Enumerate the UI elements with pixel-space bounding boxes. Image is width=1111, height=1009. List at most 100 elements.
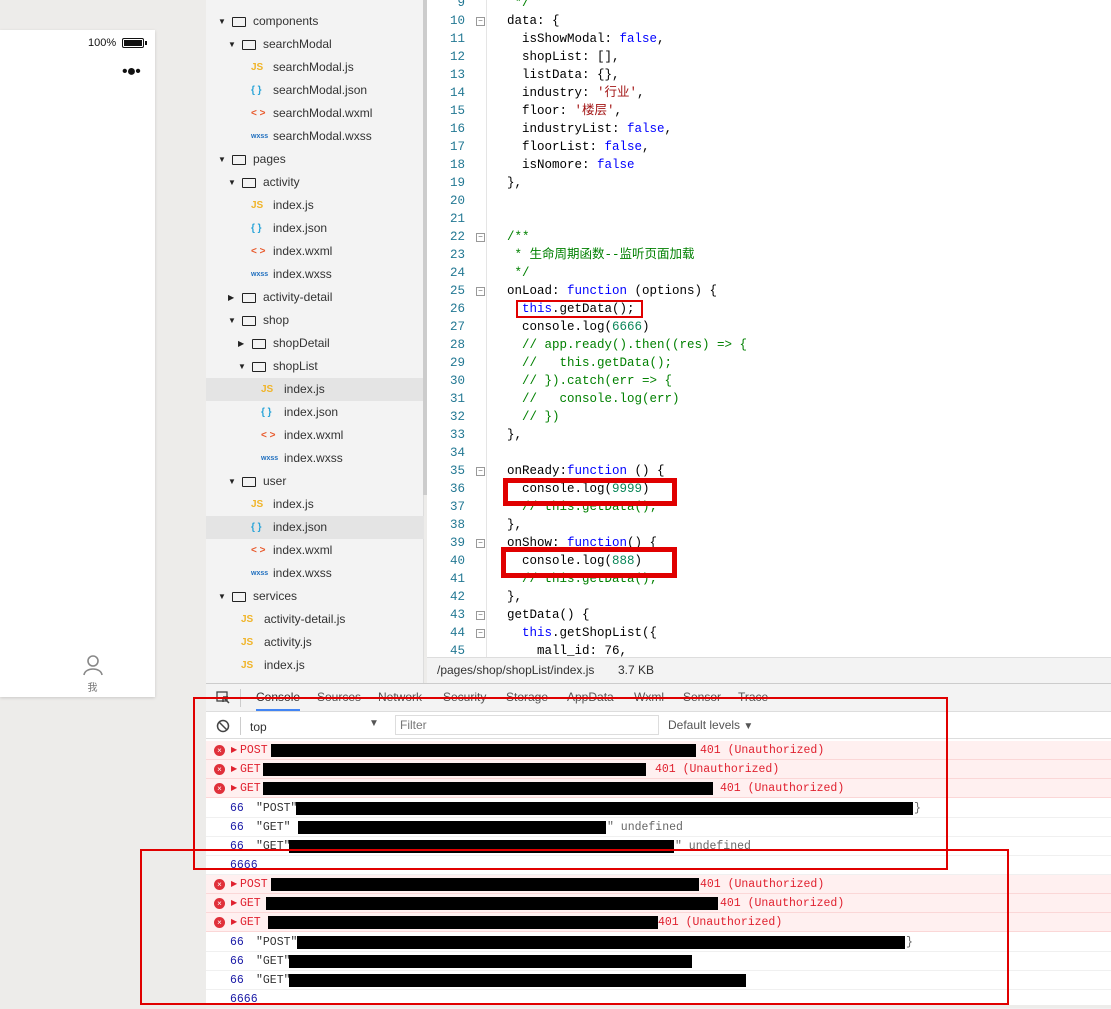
tree-file[interactable]: JS index.js <box>206 194 424 217</box>
code-token: false <box>597 158 635 172</box>
tree-folder[interactable]: ▼ activity <box>206 171 424 194</box>
line-number: 13 <box>449 68 465 82</box>
line-number: 35 <box>449 464 465 478</box>
code-text: shopList: [], <box>507 48 620 66</box>
folder-icon <box>232 155 246 165</box>
code-token: */ <box>507 266 530 280</box>
tree-file[interactable]: JS index.js <box>206 493 424 516</box>
tree-folder[interactable]: ▼ shop <box>206 309 424 332</box>
js-file-icon: JS <box>241 614 254 625</box>
caret-down-icon[interactable]: ▼ <box>228 470 236 493</box>
code-token: , <box>642 140 650 154</box>
code-token: function <box>567 284 628 298</box>
tree-file[interactable]: { } searchModal.json <box>206 79 424 102</box>
code-text: floorList: false, <box>507 138 650 156</box>
tree-folder[interactable]: ▶ shopDetail <box>206 332 424 355</box>
tree-item-label: searchModal <box>263 37 332 51</box>
code-token: /** <box>507 230 530 244</box>
tree-item-label: activity-detail.js <box>264 612 346 626</box>
tree-folder[interactable]: ▼ services <box>206 585 424 608</box>
annotation-box-onshow <box>501 547 677 578</box>
file-path: /pages/shop/shopList/index.js <box>437 663 595 677</box>
tree-file[interactable]: wxss searchModal.wxss <box>206 125 424 148</box>
tree-file[interactable]: < > index.wxml <box>206 240 424 263</box>
tree-file[interactable]: < > index.wxml <box>206 539 424 562</box>
tree-folder[interactable]: ▼ pages <box>206 148 424 171</box>
code-token: // console.log(err) <box>507 392 680 406</box>
tree-file[interactable]: JS activity.js <box>206 631 424 654</box>
tree-file[interactable]: JS activity-detail.js <box>206 608 424 631</box>
tree-file[interactable]: < > searchModal.wxml <box>206 102 424 125</box>
fold-toggle-icon[interactable]: − <box>476 17 485 26</box>
tree-file[interactable]: JS index.js <box>206 378 424 401</box>
fold-toggle-icon[interactable]: − <box>476 287 485 296</box>
fold-toggle-icon[interactable]: − <box>476 467 485 476</box>
tree-file[interactable]: { } index.json <box>206 516 424 539</box>
code-token: false <box>627 122 665 136</box>
js-file-icon: JS <box>241 637 254 648</box>
code-token: () { <box>627 464 665 478</box>
tree-item-label: index.js <box>264 658 305 672</box>
caret-right-icon[interactable]: ▶ <box>228 286 234 309</box>
code-text: }, <box>507 516 522 534</box>
tree-item-label: index.wxss <box>273 566 332 580</box>
fold-toggle-icon[interactable]: − <box>476 611 485 620</box>
code-line: 34 <box>427 444 1111 462</box>
caret-down-icon[interactable]: ▼ <box>238 355 246 378</box>
code-token: '楼层' <box>574 104 615 118</box>
tree-folder[interactable]: ▼ components <box>206 10 424 33</box>
code-text: listData: {}, <box>507 66 620 84</box>
code-token: listData: {}, <box>507 68 620 82</box>
tree-item-label: index.wxss <box>284 451 343 465</box>
tree-file[interactable]: { } index.json <box>206 217 424 240</box>
annotation-box-second-run <box>140 849 1009 1005</box>
tree-file[interactable]: JS searchModal.js <box>206 56 424 79</box>
tree-item-label: index.js <box>273 198 314 212</box>
tree-file[interactable]: wxss index.wxss <box>206 447 424 470</box>
caret-down-icon[interactable]: ▼ <box>228 309 236 332</box>
caret-right-icon[interactable]: ▶ <box>238 332 244 355</box>
user-icon <box>82 655 103 676</box>
caret-down-icon[interactable]: ▼ <box>228 33 236 56</box>
tree-folder[interactable]: ▼ user <box>206 470 424 493</box>
code-text: console.log(6666) <box>507 318 650 336</box>
caret-down-icon[interactable]: ▼ <box>228 171 236 194</box>
tree-folder[interactable]: ▶ activity-detail <box>206 286 424 309</box>
tree-file[interactable]: wxss index.wxss <box>206 562 424 585</box>
code-line: 43 − getData() { <box>427 606 1111 624</box>
caret-down-icon[interactable]: ▼ <box>218 10 226 33</box>
tree-item-label: shop <box>263 313 290 327</box>
code-text: // }).catch(err => { <box>507 372 672 390</box>
fold-toggle-icon[interactable]: − <box>476 539 485 548</box>
tree-item-label: index.wxss <box>273 267 332 281</box>
code-text: isShowModal: false, <box>507 30 665 48</box>
code-token: isShowModal: <box>507 32 620 46</box>
fold-toggle-icon[interactable]: − <box>476 629 485 638</box>
tree-file[interactable]: JS index.js <box>206 654 424 677</box>
code-token: '行业' <box>597 86 638 100</box>
more-menu-icon[interactable]: •●• <box>122 64 141 80</box>
tree-folder[interactable]: ▼ shopList <box>206 355 424 378</box>
tree-item-label: shopDetail <box>273 336 330 350</box>
code-text: industryList: false, <box>507 120 672 138</box>
caret-down-icon[interactable]: ▼ <box>218 585 226 608</box>
code-line: 12 shopList: [], <box>427 48 1111 66</box>
code-line: 22 − /** <box>427 228 1111 246</box>
code-token: // this.getData(); <box>507 356 673 370</box>
code-token: mall_id: 76, <box>507 644 628 657</box>
annotation-box-onload <box>516 300 643 318</box>
wxml-file-icon: < > <box>251 108 266 119</box>
code-token: // }) <box>507 410 560 424</box>
tree-file[interactable]: < > index.wxml <box>206 424 424 447</box>
tree-item-label: index.wxml <box>284 428 344 442</box>
tree-file[interactable]: { } index.json <box>206 401 424 424</box>
code-token: false <box>604 140 643 154</box>
line-number: 40 <box>449 554 465 568</box>
fold-toggle-icon[interactable]: − <box>476 233 485 242</box>
tab-me[interactable]: 我 <box>80 654 105 694</box>
caret-down-icon[interactable]: ▼ <box>218 148 226 171</box>
tree-folder[interactable]: ▼ searchModal <box>206 33 424 56</box>
tree-file[interactable]: wxss index.wxss <box>206 263 424 286</box>
js-file-icon: JS <box>251 499 264 510</box>
wxss-file-icon: wxss <box>261 455 279 462</box>
